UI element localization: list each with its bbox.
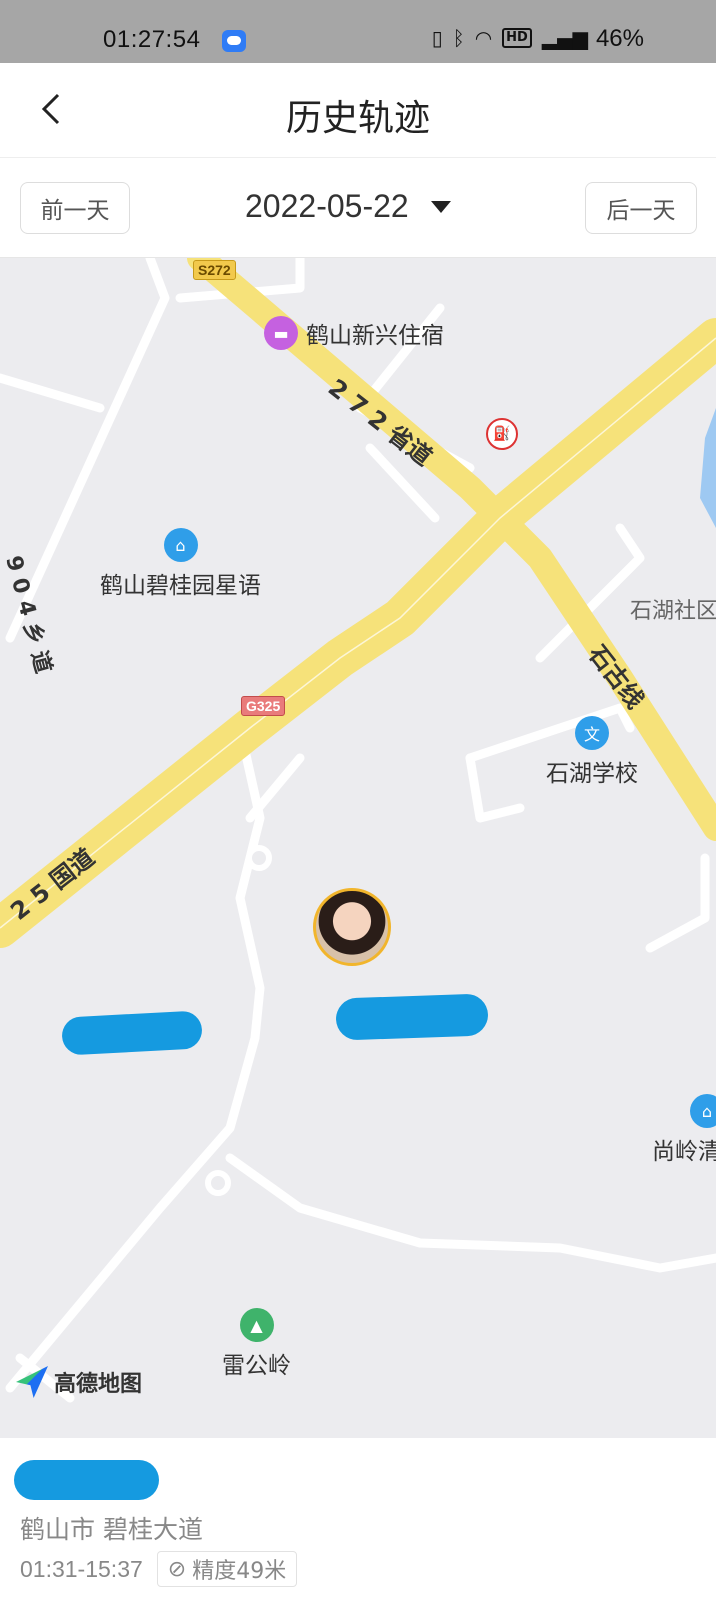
poi-shangling-label: 尚岭清 bbox=[652, 1139, 716, 1165]
battery-percent: 46% bbox=[595, 25, 644, 52]
app-header: 历史轨迹 bbox=[0, 63, 716, 158]
accuracy-label: 精度49米 bbox=[192, 1559, 287, 1584]
gas-station-icon[interactable]: ⛽ bbox=[486, 418, 518, 450]
accuracy-badge: ⊘ 精度49米 bbox=[156, 1551, 298, 1587]
amap-logo: 高德地图 bbox=[16, 1366, 142, 1398]
next-day-button[interactable]: 后一天 bbox=[585, 182, 697, 234]
poi-leigongling[interactable]: ▲ 雷公岭 bbox=[222, 1308, 291, 1380]
status-time: 01:27:54 bbox=[103, 26, 201, 53]
4g-signal-icon: ▂▄▆ bbox=[541, 26, 588, 50]
amap-logo-text: 高德地图 bbox=[54, 1372, 143, 1397]
accuracy-icon: ⊘ bbox=[167, 1556, 187, 1582]
poi-residence[interactable]: ⌂ 鹤山碧桂园星语 bbox=[100, 528, 261, 600]
status-bar: 01:27:54 ▯ ᛒ ◠ HD ▂▄▆ 46% bbox=[0, 0, 716, 63]
poi-community-label: 石湖社区 bbox=[630, 599, 716, 624]
date-value: 2022-05-22 bbox=[245, 188, 409, 224]
poi-school[interactable]: 文 石湖学校 bbox=[546, 716, 638, 788]
redacted-name bbox=[14, 1460, 159, 1500]
school-icon: 文 bbox=[575, 716, 609, 750]
map-view[interactable]: S272 G325 2 7 2 省道 2 5 国道 石古线 9 0 4 乡 道 … bbox=[0, 258, 716, 1438]
user-avatar-marker[interactable] bbox=[313, 888, 391, 966]
residence-icon: ⌂ bbox=[163, 528, 198, 562]
time-range: 01:31-15:37 bbox=[20, 1555, 143, 1582]
poi-residence-label: 鹤山碧桂园星语 bbox=[100, 573, 261, 599]
date-bar: 前一天 2022-05-22 后一天 bbox=[0, 158, 716, 258]
mountain-icon: ▲ bbox=[239, 1308, 274, 1342]
map-base bbox=[0, 258, 716, 1403]
poi-community[interactable]: 石湖社区 bbox=[630, 593, 716, 625]
location-info-panel: 鹤山市 碧桂大道 01:31-15:37 ⊘ 精度49米 bbox=[0, 1438, 716, 1600]
status-icons: ▯ ᛒ ◠ HD ▂▄▆ bbox=[432, 26, 588, 50]
residence-icon-2: ⌂ bbox=[690, 1094, 716, 1128]
hd-icon: HD bbox=[502, 28, 532, 48]
redacted-label-2 bbox=[335, 993, 489, 1041]
route-shield-g325: G325 bbox=[241, 696, 286, 716]
vibrate-icon: ▯ bbox=[431, 26, 443, 50]
route-shield-s272: S272 bbox=[193, 260, 236, 280]
page-title: 历史轨迹 bbox=[285, 98, 430, 139]
previous-day-button[interactable]: 前一天 bbox=[20, 182, 130, 234]
location-address: 鹤山市 碧桂大道 bbox=[20, 1515, 203, 1544]
time-accuracy-row: 01:31-15:37 ⊘ 精度49米 bbox=[20, 1551, 298, 1587]
amap-logo-icon bbox=[16, 1366, 48, 1398]
date-picker[interactable]: 2022-05-22 bbox=[245, 188, 451, 225]
poi-school-label: 石湖学校 bbox=[546, 761, 638, 787]
poi-hotel[interactable]: ▬ 鹤山新兴住宿 bbox=[264, 316, 444, 350]
chat-notification-icon bbox=[222, 30, 246, 52]
bluetooth-icon: ᛒ bbox=[452, 26, 465, 50]
wifi-icon: ◠ bbox=[474, 26, 493, 50]
hotel-icon: ▬ bbox=[264, 316, 298, 350]
caret-down-icon bbox=[430, 200, 451, 213]
poi-shangling[interactable]: ⌂ 尚岭清 bbox=[652, 1094, 716, 1166]
poi-hotel-label: 鹤山新兴住宿 bbox=[306, 323, 444, 349]
poi-leigongling-label: 雷公岭 bbox=[222, 1353, 291, 1379]
redacted-label-1 bbox=[61, 1010, 203, 1056]
